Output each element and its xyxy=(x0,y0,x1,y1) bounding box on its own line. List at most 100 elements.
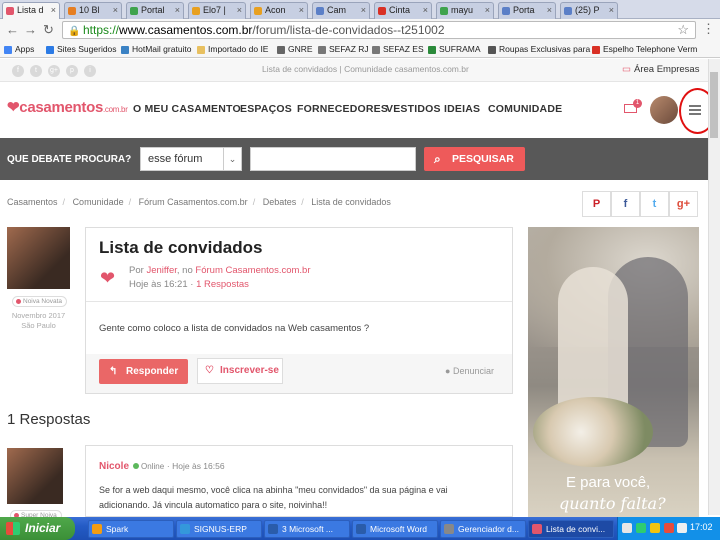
tab[interactable]: Acon × xyxy=(250,2,308,19)
search-button[interactable]: ⌕ PESQUISAR xyxy=(424,147,525,171)
task-manager-icon xyxy=(444,524,454,534)
bookmark[interactable]: Sites Sugeridos xyxy=(46,43,117,56)
tab[interactable]: Elo7 | × xyxy=(188,2,246,19)
chrome-menu-icon[interactable]: ⋮ xyxy=(702,21,715,37)
googleplus-icon[interactable]: g+ xyxy=(48,65,60,77)
taskbar-item[interactable]: Microsoft Word xyxy=(352,520,438,538)
tab[interactable]: Portal × xyxy=(126,2,184,19)
taskbar-item[interactable]: Gerenciador d... xyxy=(440,520,526,538)
taskbar-item[interactable]: Spark xyxy=(88,520,174,538)
tab[interactable]: mayu × xyxy=(436,2,494,19)
nav-fornecedores[interactable]: FORNECEDORES xyxy=(297,103,388,115)
user-city: São Paulo xyxy=(21,321,56,330)
nav-vestidos[interactable]: VESTIDOS xyxy=(386,103,441,115)
favicon-icon xyxy=(130,7,138,15)
twitter-icon[interactable]: t xyxy=(30,65,42,77)
bookmark[interactable]: Espelho Telephone Verm xyxy=(592,43,697,56)
report-link[interactable]: ● Denunciar xyxy=(445,366,494,376)
help-icon[interactable] xyxy=(622,523,632,533)
divider xyxy=(86,301,512,302)
site-logo[interactable]: ❤casamentos.com.br xyxy=(7,98,128,116)
facebook-icon[interactable]: f xyxy=(12,65,24,77)
forum-link[interactable]: Fórum Casamentos.com.br xyxy=(195,265,310,276)
close-icon[interactable]: × xyxy=(51,3,56,18)
share-pinterest-button[interactable]: P xyxy=(582,191,611,217)
tray-icon[interactable] xyxy=(664,523,674,533)
page-icon xyxy=(488,46,496,54)
share-twitter-button[interactable]: t xyxy=(640,191,669,217)
breadcrumb-item[interactable]: Fórum Casamentos.com.br xyxy=(139,197,248,207)
close-icon[interactable]: × xyxy=(485,3,490,18)
subscribe-button[interactable]: ♡ Inscrever-se xyxy=(197,358,283,384)
volume-icon[interactable] xyxy=(677,523,687,533)
bookmark[interactable]: GNRE xyxy=(277,43,313,56)
nav-comunidade[interactable]: COMUNIDADE xyxy=(488,103,562,115)
search-input[interactable] xyxy=(250,147,416,171)
reply-button[interactable]: ↰ Responder xyxy=(99,359,188,384)
scrollbar-thumb[interactable] xyxy=(710,72,718,138)
forum-scope-select[interactable]: esse fórum ⌄ xyxy=(140,147,242,171)
back-icon[interactable]: ← xyxy=(6,22,19,38)
taskbar-item[interactable]: 3 Microsoft ... xyxy=(264,520,350,538)
bookmark[interactable]: SUFRAMA xyxy=(428,43,481,56)
windows-logo-icon xyxy=(6,522,20,535)
instagram-icon[interactable]: i xyxy=(84,65,96,77)
pinterest-icon[interactable]: p xyxy=(66,65,78,77)
tab-active[interactable]: Lista d × xyxy=(2,2,60,19)
post-meta: Por Jeniffer, no Fórum Casamentos.com.br xyxy=(129,265,311,276)
breadcrumb: Casamentos / Comunidade / Fórum Casamentos… xyxy=(7,197,391,207)
share-facebook-button[interactable]: f xyxy=(611,191,640,217)
search-icon: ⌕ xyxy=(434,152,441,166)
tab[interactable]: Porta × xyxy=(498,2,556,19)
taskbar-item[interactable]: SIGNUS-ERP xyxy=(176,520,262,538)
reply-author-link[interactable]: Nicole xyxy=(99,461,129,472)
tab[interactable]: Cam × xyxy=(312,2,370,19)
author-link[interactable]: Jeniffer xyxy=(146,265,176,276)
close-icon[interactable]: × xyxy=(299,3,304,18)
tab[interactable]: (25) P × xyxy=(560,2,618,19)
heart-icon: ❤ xyxy=(100,268,116,288)
author-avatar[interactable] xyxy=(7,227,70,289)
tab[interactable]: 10 Bl × xyxy=(64,2,122,19)
breadcrumb-item[interactable]: Debates xyxy=(263,197,297,207)
bookmark-folder[interactable]: Importado do IE xyxy=(197,43,268,56)
word-icon xyxy=(268,524,278,534)
bookmark-star-icon[interactable]: ☆ xyxy=(677,22,689,38)
nav-ideias[interactable]: IDEIAS xyxy=(444,103,480,115)
tab[interactable]: Cinta × xyxy=(374,2,432,19)
area-empresas-link[interactable]: ▭ Área Empresas xyxy=(622,64,699,75)
close-icon[interactable]: × xyxy=(361,3,366,18)
close-icon[interactable]: × xyxy=(175,3,180,18)
breadcrumb-item[interactable]: Casamentos xyxy=(7,197,58,207)
bookmark[interactable]: SEFAZ ES xyxy=(372,43,424,56)
bookmark[interactable]: HotMail gratuito xyxy=(121,43,192,56)
start-button[interactable]: Iniciar xyxy=(0,517,75,540)
close-icon[interactable]: × xyxy=(609,3,614,18)
site-top-strip: f t g+ p i Lista de convidados | Comunid… xyxy=(0,59,720,82)
replies-link[interactable]: 1 Respostas xyxy=(196,279,249,290)
favicon-icon xyxy=(192,7,200,15)
taskbar-item-active[interactable]: Lista de convi... xyxy=(528,520,614,538)
close-icon[interactable]: × xyxy=(423,3,428,18)
breadcrumb-item[interactable]: Comunidade xyxy=(73,197,124,207)
warning-icon: ● xyxy=(445,366,451,376)
tray-icon[interactable] xyxy=(636,523,646,533)
reload-icon[interactable]: ↻ xyxy=(43,22,54,38)
close-icon[interactable]: × xyxy=(547,3,552,18)
tray-icon[interactable] xyxy=(650,523,660,533)
clock: 17:02 xyxy=(690,522,713,532)
close-icon[interactable]: × xyxy=(113,3,118,18)
url-input[interactable]: 🔒 https://www.casamentos.com.br/forum/li… xyxy=(62,21,696,39)
forward-icon[interactable]: → xyxy=(24,22,37,38)
ad-photo-bouquet xyxy=(533,397,653,467)
close-icon[interactable]: × xyxy=(237,3,242,18)
tab-strip: Lista d × 10 Bl × Portal × Elo7 | × Acon × Ca… xyxy=(0,0,720,19)
nav-o-meu-casamento[interactable]: O MEU CASAMENTO xyxy=(133,103,241,115)
user-avatar[interactable] xyxy=(650,96,678,124)
share-googleplus-button[interactable]: g+ xyxy=(669,191,698,217)
nav-espacos[interactable]: ESPAÇOS xyxy=(240,103,292,115)
bookmark-apps[interactable]: Apps xyxy=(4,43,34,56)
bookmark[interactable]: Roupas Exclusivas para xyxy=(488,43,590,56)
reply-author-avatar[interactable] xyxy=(7,448,63,504)
bookmark[interactable]: SEFAZ RJ xyxy=(318,43,369,56)
